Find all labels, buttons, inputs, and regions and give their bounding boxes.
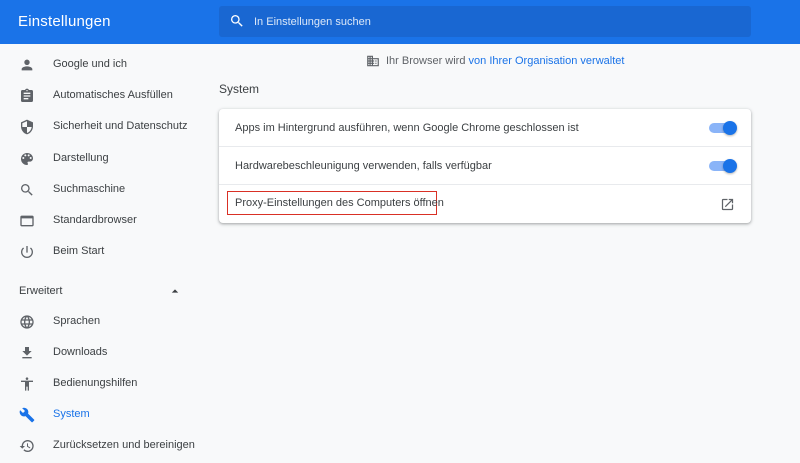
sidebar-item-label: Google und ich — [53, 58, 127, 70]
advanced-section-label: Erweitert — [19, 285, 63, 297]
search-icon — [21, 184, 33, 196]
sidebar-item-google-und-ich[interactable]: Google und ich — [0, 51, 205, 79]
palette-icon — [21, 153, 33, 165]
sidebar-item-default-browser[interactable]: Standardbrowser — [0, 207, 205, 235]
sidebar-item-label: Suchmaschine — [53, 183, 126, 195]
sidebar-item-label: Downloads — [53, 346, 108, 358]
highlight-box: Proxy-Einstellungen des Computers öffnen — [227, 191, 444, 215]
person-icon — [21, 59, 33, 71]
sidebar-item-search-engine[interactable]: Suchmaschine — [0, 176, 205, 204]
sidebar-item-label: Darstellung — [53, 152, 109, 164]
managed-notice-text: Ihr Browser wird — [386, 55, 469, 67]
sidebar-item-label: Bedienungshilfen — [53, 377, 138, 389]
sidebar-item-languages[interactable]: Sprachen — [0, 308, 205, 336]
sidebar-item-accessibility[interactable]: Bedienungshilfen — [0, 370, 205, 398]
building-icon — [367, 55, 379, 67]
caret-up-icon — [171, 289, 179, 293]
search-box[interactable] — [219, 6, 751, 37]
open-external-icon[interactable] — [720, 197, 735, 212]
sidebar-item-label: Sicherheit und Datenschutz — [53, 120, 188, 132]
sidebar-item-label: Zurücksetzen und bereinigen — [53, 439, 195, 451]
clipboard-icon — [21, 88, 33, 102]
globe-icon — [20, 315, 34, 329]
top-bar: Einstellungen — [0, 0, 800, 44]
setting-label: Apps im Hintergrund ausführen, wenn Goog… — [235, 122, 579, 134]
sidebar-item-label: Automatisches Ausfüllen — [53, 89, 173, 101]
sidebar-item-on-startup[interactable]: Beim Start — [0, 238, 205, 266]
shield-icon — [21, 119, 33, 135]
toggle-thumb — [723, 159, 737, 173]
sidebar-item-label: Standardbrowser — [53, 214, 137, 226]
sidebar-item-system[interactable]: System — [0, 401, 205, 429]
download-icon — [22, 347, 32, 359]
sidebar-item-label: Beim Start — [53, 245, 105, 257]
sidebar-item-autofill[interactable]: Automatisches Ausfüllen — [0, 82, 205, 110]
sidebar-item-label: Sprachen — [53, 315, 101, 327]
toggle-thumb — [723, 121, 737, 135]
setting-row-background-apps: Apps im Hintergrund ausführen, wenn Goog… — [219, 109, 751, 147]
background-apps-toggle[interactable] — [709, 121, 737, 135]
browser-window-icon — [20, 215, 34, 227]
sidebar-item-appearance[interactable]: Darstellung — [0, 145, 205, 173]
search-icon — [231, 15, 243, 27]
setting-label: Hardwarebeschleunigung verwenden, falls … — [235, 160, 492, 172]
section-title: System — [219, 82, 260, 96]
sidebar-item-security[interactable]: Sicherheit und Datenschutz — [0, 113, 205, 141]
sidebar-item-downloads[interactable]: Downloads — [0, 339, 205, 367]
sidebar-item-reset[interactable]: Zurücksetzen und bereinigen — [0, 432, 205, 460]
wrench-icon — [19, 407, 35, 423]
system-settings-card: Apps im Hintergrund ausführen, wenn Goog… — [219, 109, 751, 223]
setting-label: Proxy-Einstellungen des Computers öffnen — [235, 197, 444, 209]
power-icon — [21, 246, 33, 258]
sidebar-item-label: System — [53, 408, 90, 420]
accessibility-icon — [21, 377, 33, 391]
restore-icon — [19, 440, 34, 452]
search-input[interactable] — [254, 6, 734, 37]
managed-by-organization-link[interactable]: von Ihrer Organisation verwaltet — [469, 55, 625, 67]
hardware-acceleration-toggle[interactable] — [709, 159, 737, 173]
advanced-section-toggle[interactable]: Erweitert — [0, 277, 205, 305]
setting-row-hardware-acceleration: Hardwarebeschleunigung verwenden, falls … — [219, 147, 751, 185]
setting-row-proxy-settings[interactable]: Proxy-Einstellungen des Computers öffnen — [219, 185, 751, 223]
page-title: Einstellungen — [18, 13, 111, 30]
